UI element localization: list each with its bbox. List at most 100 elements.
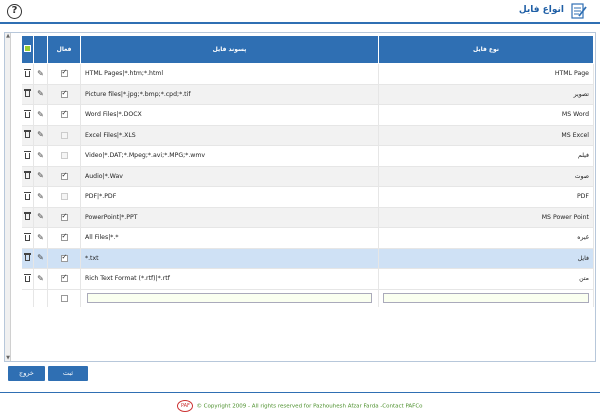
new-extension-input[interactable] bbox=[86, 293, 373, 304]
enabled-cell[interactable] bbox=[47, 104, 81, 126]
enabled-cell[interactable] bbox=[47, 207, 81, 228]
trash-icon[interactable] bbox=[23, 109, 31, 118]
edit-cell[interactable]: ✎ bbox=[33, 145, 48, 167]
vertical-scrollbar[interactable]: ▲ ▼ bbox=[5, 33, 11, 361]
trash-icon[interactable] bbox=[23, 68, 31, 77]
trash-icon[interactable] bbox=[23, 150, 31, 159]
enabled-checkbox[interactable] bbox=[60, 273, 68, 282]
trash-icon[interactable] bbox=[23, 171, 31, 180]
table-row[interactable]: ✎ All Files|*.*غیره bbox=[21, 227, 594, 249]
enabled-checkbox[interactable] bbox=[60, 193, 68, 200]
type-cell: غیره bbox=[378, 227, 594, 249]
pencil-icon[interactable]: ✎ bbox=[37, 151, 44, 160]
trash-icon[interactable] bbox=[23, 191, 31, 200]
delete-cell[interactable] bbox=[21, 145, 34, 167]
trash-icon[interactable] bbox=[23, 273, 31, 282]
delete-cell[interactable] bbox=[21, 268, 34, 290]
enabled-cell[interactable] bbox=[47, 63, 81, 85]
edit-cell[interactable]: ✎ bbox=[33, 207, 48, 228]
table-row[interactable]: ✎ *.txtفایل bbox=[21, 248, 594, 269]
table-row[interactable]: ✎ Audio|*.Wavصوت bbox=[21, 166, 594, 187]
edit-cell[interactable]: ✎ bbox=[33, 125, 48, 146]
type-cell: PDF bbox=[378, 186, 594, 208]
enabled-checkbox[interactable] bbox=[60, 131, 68, 139]
scroll-down-icon[interactable]: ▼ bbox=[5, 355, 11, 361]
trash-icon[interactable] bbox=[23, 130, 31, 139]
edit-cell[interactable]: ✎ bbox=[33, 227, 48, 249]
extension-cell: PowerPoint|*.PPT bbox=[80, 207, 379, 228]
edit-cell[interactable]: ✎ bbox=[33, 63, 48, 85]
trash-icon[interactable] bbox=[23, 253, 31, 262]
edit-cell[interactable]: ✎ bbox=[33, 104, 48, 126]
enabled-cell[interactable] bbox=[47, 125, 81, 146]
pencil-icon[interactable]: ✎ bbox=[37, 131, 44, 139]
extension-cell: Picture files|*.jpg;*.bmp;*.cpd;*.tif bbox=[80, 84, 379, 105]
delete-cell[interactable] bbox=[21, 84, 34, 105]
trash-icon[interactable] bbox=[23, 212, 31, 221]
table-row[interactable]: ✎ PowerPoint|*.PPTMS Power Point bbox=[21, 207, 594, 228]
new-empty-cell bbox=[21, 289, 34, 307]
enabled-cell[interactable] bbox=[47, 227, 81, 249]
pencil-icon[interactable]: ✎ bbox=[37, 69, 44, 78]
enabled-cell[interactable] bbox=[47, 268, 81, 290]
enabled-cell[interactable] bbox=[47, 166, 81, 187]
enabled-checkbox[interactable] bbox=[60, 232, 68, 241]
table-row[interactable]: ✎ HTML Pages|*.htm;*.htmlHTML Page bbox=[21, 63, 594, 85]
enabled-checkbox[interactable] bbox=[60, 89, 68, 98]
delete-cell[interactable] bbox=[21, 125, 34, 146]
type-cell: فایل bbox=[378, 248, 594, 269]
enabled-cell[interactable] bbox=[47, 84, 81, 105]
pencil-icon[interactable]: ✎ bbox=[37, 213, 44, 221]
enabled-cell[interactable] bbox=[47, 145, 81, 167]
pencil-icon[interactable]: ✎ bbox=[37, 192, 44, 201]
edit-cell[interactable]: ✎ bbox=[33, 84, 48, 105]
enabled-checkbox[interactable] bbox=[60, 171, 68, 180]
table-row[interactable]: ✎ Word Files|*.DOCXMS Word bbox=[21, 104, 594, 126]
table-row[interactable]: ✎ Excel Files|*.XLS MS Excel bbox=[21, 125, 594, 146]
delete-cell[interactable] bbox=[21, 63, 34, 85]
pencil-icon[interactable]: ✎ bbox=[37, 274, 44, 283]
edit-cell[interactable]: ✎ bbox=[33, 166, 48, 187]
enabled-checkbox[interactable] bbox=[60, 253, 68, 262]
enabled-checkbox[interactable] bbox=[60, 212, 68, 221]
save-button[interactable]: ثبت bbox=[48, 366, 88, 381]
delete-cell[interactable] bbox=[21, 248, 34, 269]
delete-cell[interactable] bbox=[21, 207, 34, 228]
delete-cell[interactable] bbox=[21, 227, 34, 249]
new-enabled-cell[interactable] bbox=[47, 289, 81, 307]
pencil-icon[interactable]: ✎ bbox=[37, 90, 44, 98]
header-select-all[interactable] bbox=[21, 35, 34, 64]
delete-cell[interactable] bbox=[21, 186, 34, 208]
delete-cell[interactable] bbox=[21, 166, 34, 187]
table-row[interactable]: ✎ Video|*.DAT;*.Mpeg;*.avi;*.MPG;*.wmv فیل… bbox=[21, 145, 594, 167]
pencil-icon[interactable]: ✎ bbox=[37, 254, 44, 262]
edit-cell[interactable]: ✎ bbox=[33, 268, 48, 290]
edit-cell[interactable]: ✎ bbox=[33, 248, 48, 269]
edit-cell[interactable]: ✎ bbox=[33, 186, 48, 208]
new-enabled-checkbox[interactable] bbox=[60, 294, 68, 302]
enabled-checkbox[interactable] bbox=[60, 152, 68, 159]
enabled-checkbox[interactable] bbox=[60, 109, 68, 118]
enabled-cell[interactable] bbox=[47, 248, 81, 269]
header-enabled[interactable]: فعال bbox=[47, 35, 81, 64]
pencil-icon[interactable]: ✎ bbox=[37, 110, 44, 119]
pencil-icon[interactable]: ✎ bbox=[37, 233, 44, 242]
trash-icon[interactable] bbox=[23, 232, 31, 241]
header-extension[interactable]: پسوند فایل bbox=[80, 35, 379, 64]
new-type-input[interactable] bbox=[383, 293, 589, 304]
help-icon[interactable]: ? bbox=[7, 4, 22, 19]
extension-cell: Rich Text Format (*.rtf)|*.rtf bbox=[80, 268, 379, 290]
scroll-up-icon[interactable]: ▲ bbox=[5, 33, 11, 39]
table-row[interactable]: ✎ Picture files|*.jpg;*.bmp;*.cpd;*.tifتص… bbox=[21, 84, 594, 105]
enabled-checkbox[interactable] bbox=[60, 68, 68, 77]
table-row[interactable]: ✎ PDF|*.PDF PDF bbox=[21, 186, 594, 208]
exit-button[interactable]: خروج bbox=[8, 366, 45, 381]
pencil-icon[interactable]: ✎ bbox=[37, 172, 44, 180]
new-type-cell bbox=[378, 289, 594, 307]
trash-icon[interactable] bbox=[23, 89, 31, 98]
enabled-cell[interactable] bbox=[47, 186, 81, 208]
table-row[interactable]: ✎ Rich Text Format (*.rtf)|*.rtfمتن bbox=[21, 268, 594, 290]
header-type[interactable]: نوع فایل bbox=[378, 35, 594, 64]
select-all-checkbox[interactable] bbox=[24, 45, 31, 52]
delete-cell[interactable] bbox=[21, 104, 34, 126]
